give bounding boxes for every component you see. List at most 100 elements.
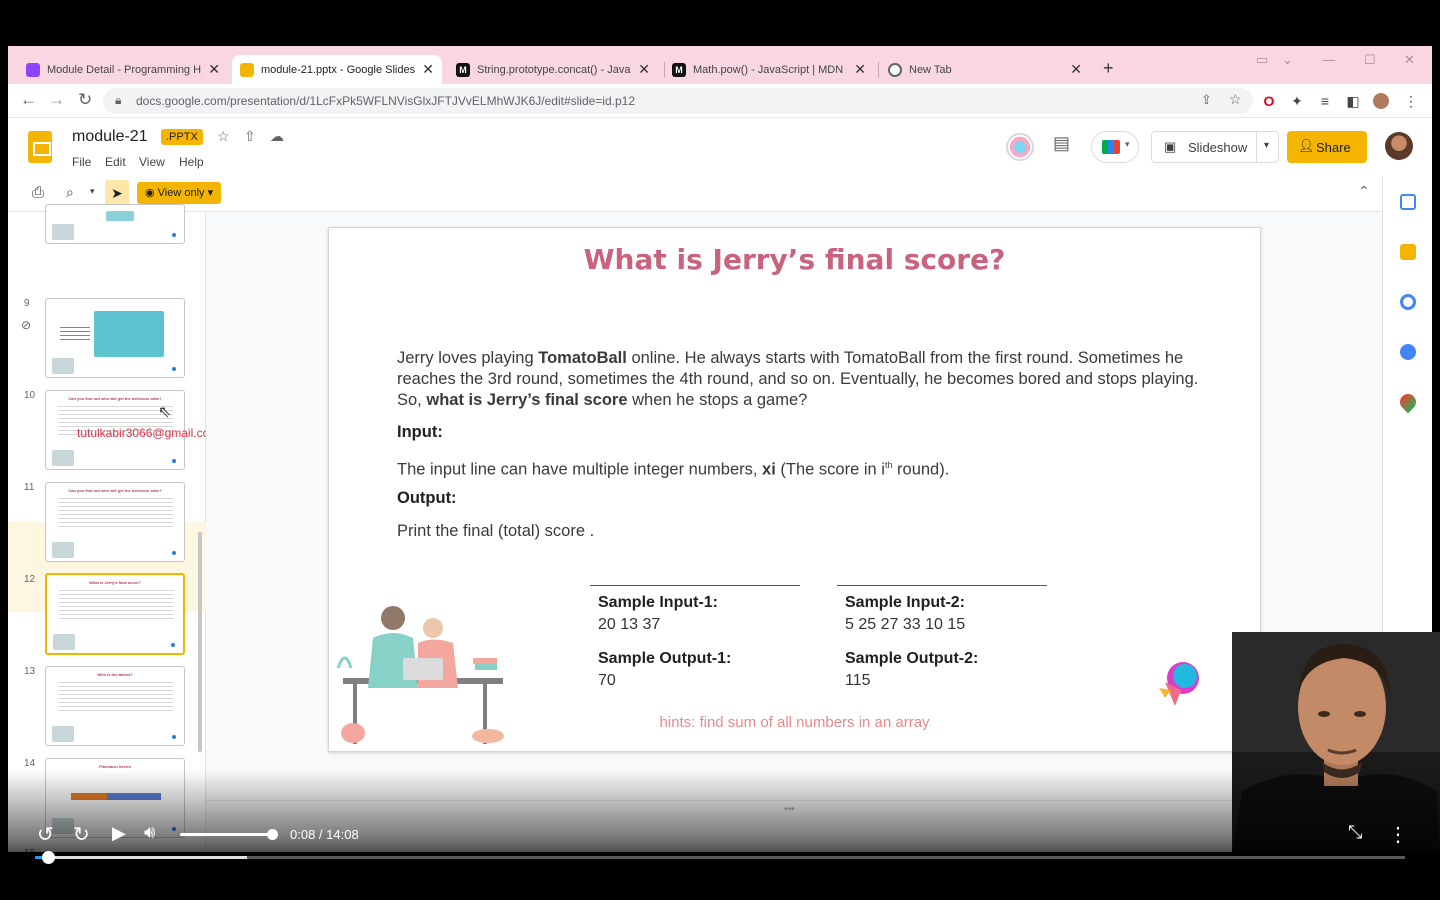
menu-edit[interactable]: Edit — [105, 155, 126, 169]
star-icon[interactable]: ☆ — [217, 128, 230, 145]
move-to-drive-icon[interactable]: ⇧ — [244, 128, 256, 145]
new-tab-icon[interactable]: + — [1103, 58, 1114, 79]
print-icon[interactable]: ⎙ — [32, 184, 44, 201]
meet-button[interactable]: ▾ — [1091, 131, 1139, 163]
slide-thumbnail-11[interactable]: Can you find out who will get the delici… — [45, 482, 185, 562]
close-tab-icon[interactable]: ✕ — [638, 61, 650, 78]
collapse-toolbar-icon[interactable]: ⌃ — [1358, 183, 1370, 200]
select-cursor-icon[interactable]: ➤ — [105, 180, 129, 206]
slide-number: 9 — [24, 298, 30, 309]
volume-icon[interactable]: 🔊︎ — [144, 822, 155, 843]
menu-view[interactable]: View — [139, 155, 165, 169]
slide-number: 12 — [24, 574, 36, 585]
reload-icon[interactable]: ↻ — [78, 90, 92, 110]
rewind-10-icon[interactable]: ↺ — [37, 822, 54, 847]
calendar-icon[interactable] — [1400, 194, 1416, 210]
edit-toolbar: ⎙ ⌕ ▾ ➤ ◉ View only ▾ ⌃ — [8, 176, 1432, 212]
keep-icon[interactable] — [1400, 244, 1416, 260]
cloud-status-icon[interactable]: ☁ — [270, 128, 284, 145]
menu-file[interactable]: File — [72, 155, 91, 169]
volume-slider-handle[interactable] — [267, 829, 278, 840]
forward-10-icon[interactable]: ↻ — [73, 822, 90, 847]
slide-thumbnail-9[interactable] — [45, 298, 185, 378]
tasks-icon[interactable] — [1400, 294, 1416, 310]
filmstrip-scrollbar[interactable] — [198, 532, 202, 752]
zoom-dropdown-icon[interactable]: ▾ — [90, 186, 95, 197]
file-type-badge: .PPTX — [161, 129, 203, 145]
document-title[interactable]: module-21 — [72, 128, 148, 146]
person-add-icon: 👤︎ — [1298, 138, 1315, 153]
thumbnail-text — [58, 682, 173, 712]
slideshow-button[interactable]: ▣ Slideshow ▾ — [1151, 131, 1279, 163]
thumbnail-figure — [52, 542, 74, 558]
tab-string-concat[interactable]: M String.prototype.concat() - JavaSc ✕ — [448, 55, 658, 84]
tab-search-icon[interactable]: ▭ — [1256, 52, 1268, 68]
minimize-icon[interactable]: — — [1322, 52, 1335, 67]
reading-list-icon[interactable]: ≡ — [1317, 93, 1333, 109]
contacts-icon[interactable] — [1400, 344, 1416, 360]
thumbnail-text — [58, 498, 173, 528]
slide-number: 13 — [24, 666, 36, 677]
window-close-icon[interactable]: ✕ — [1404, 52, 1415, 68]
back-icon[interactable]: ← — [20, 90, 37, 110]
close-tab-icon[interactable]: ✕ — [1070, 61, 1082, 78]
thumbnail-logo-dot — [171, 643, 175, 647]
opera-extension-icon[interactable]: O — [1261, 93, 1277, 109]
thumbnail-graphic — [106, 211, 134, 221]
tab-module-detail[interactable]: Module Detail - Programming H⁣ ✕ — [18, 55, 228, 84]
play-icon[interactable]: ▶ — [112, 823, 126, 844]
tab-strip: Module Detail - Programming H⁣ ✕ module-… — [8, 46, 1432, 84]
zoom-icon[interactable]: ⌕ — [66, 184, 74, 201]
slideshow-options-icon[interactable]: ▾ — [1264, 140, 1269, 151]
menu-help[interactable]: Help — [179, 155, 204, 169]
more-options-icon[interactable]: ⋮ — [1388, 822, 1408, 847]
side-panel-icon[interactable]: ◧ — [1345, 93, 1361, 109]
tab-title: New Tab — [909, 63, 952, 76]
puzzle-extensions-icon[interactable]: ✦ — [1289, 93, 1305, 109]
view-only-chip[interactable]: ◉ View only ▾ — [137, 182, 222, 204]
url-text[interactable]: docs.google.com/presentation/d/1LcFxPk5W… — [136, 94, 635, 108]
tab-title: Math.pow() - JavaScript | MDN — [693, 63, 844, 76]
slide-thumbnail-12[interactable]: What is Jerry's final score? — [45, 573, 185, 655]
forward-icon[interactable]: → — [48, 90, 65, 110]
assistant-icon[interactable] — [1006, 133, 1034, 161]
address-bar[interactable]: 🔒︎ docs.google.com/presentation/d/1LcFxP… — [103, 88, 1253, 114]
lock-icon[interactable]: 🔒︎ — [115, 93, 121, 108]
maps-icon[interactable] — [1396, 390, 1420, 414]
tab-google-slides[interactable]: module-21.pptx - Google Slides ✕ — [232, 55, 442, 84]
chevron-down-icon[interactable]: ⌄ — [1282, 52, 1293, 68]
problem-paragraph: Jerry loves playing TomatoBall online. H… — [397, 348, 1227, 411]
maximize-icon[interactable]: ☐ — [1364, 52, 1376, 68]
tab-math-pow[interactable]: M Math.pow() - JavaScript | MDN ✕ — [664, 55, 874, 84]
slides-header: module-21 .PPTX ☆ ⇧ ☁ File Edit View Hel… — [8, 118, 1432, 176]
thumbnail-logo-dot — [172, 367, 176, 371]
thumbnail-logo-dot — [172, 551, 176, 555]
slide-thumbnail-13[interactable]: Who is the tallest? — [45, 666, 185, 746]
volume-slider[interactable] — [180, 833, 273, 836]
tab-new-tab[interactable]: New Tab ✕ — [880, 55, 1090, 84]
slide-thumbnail-8[interactable] — [45, 204, 185, 244]
progress-scrubber[interactable] — [42, 851, 55, 864]
caret-down-icon: ▾ — [204, 187, 214, 199]
profile-avatar-icon[interactable] — [1373, 93, 1389, 109]
slide-number: 14 — [24, 758, 36, 769]
slides-icon — [240, 62, 254, 77]
sample-divider — [590, 585, 800, 586]
share-button[interactable]: 👤︎ Share — [1287, 131, 1367, 163]
slides-logo-icon[interactable] — [28, 131, 52, 163]
bookmark-star-icon[interactable]: ☆ — [1229, 91, 1242, 108]
thumbnail-logo-dot — [172, 735, 176, 739]
slide-number: 11 — [24, 482, 35, 493]
exit-fullscreen-icon[interactable]: ⤡ — [1348, 822, 1362, 843]
close-tab-icon[interactable]: ✕ — [208, 61, 220, 78]
thumbnail-title: Can you find out who will get the delici… — [68, 396, 162, 401]
chrome-icon — [888, 62, 902, 77]
more-vert-icon[interactable]: ⋮ — [1403, 93, 1419, 109]
comments-icon[interactable]: ▤ — [1053, 133, 1070, 154]
account-avatar[interactable] — [1385, 132, 1413, 160]
share-page-icon[interactable]: ⇪ — [1201, 92, 1212, 108]
sample-output-1-label: Sample Output-1: — [598, 650, 732, 667]
thumbnail-text — [60, 327, 90, 343]
close-tab-icon[interactable]: ✕ — [422, 61, 434, 78]
close-tab-icon[interactable]: ✕ — [854, 61, 866, 78]
